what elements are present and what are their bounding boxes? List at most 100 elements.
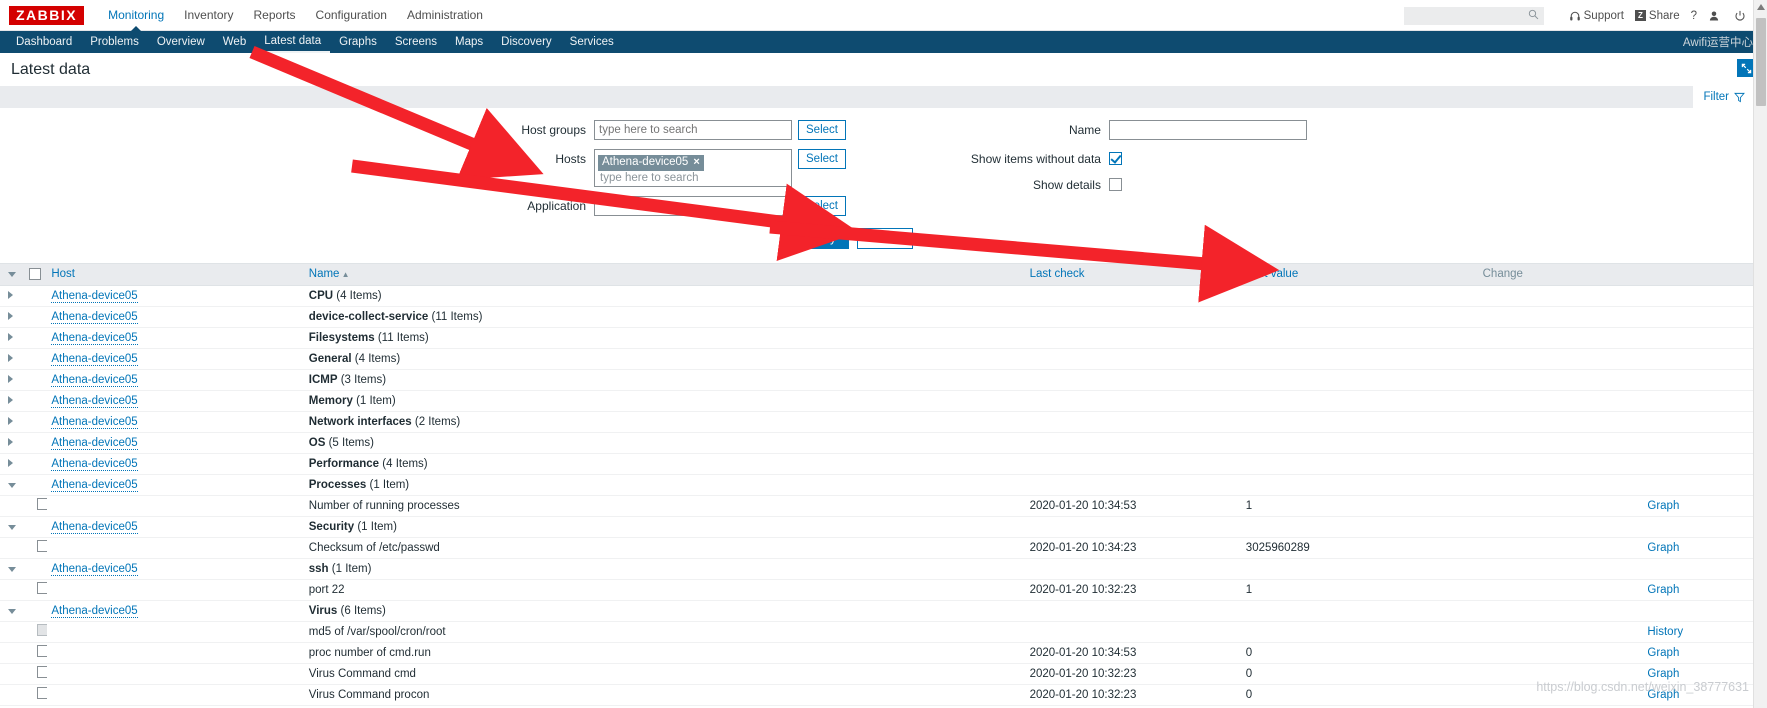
graph-link[interactable]: Graph — [1647, 647, 1679, 659]
scrollbar-thumb[interactable] — [1756, 18, 1766, 106]
user-profile-link[interactable] — [1708, 10, 1723, 22]
row-expand-toggle[interactable] — [0, 369, 25, 391]
chevron-down-icon[interactable] — [8, 608, 16, 614]
host-link[interactable]: Athena-device05 — [51, 289, 138, 303]
row-checkbox-cell[interactable] — [24, 642, 48, 664]
chevron-right-icon[interactable] — [8, 353, 13, 362]
item-checkbox[interactable] — [36, 498, 48, 510]
header-name[interactable]: Name ▲ — [304, 264, 1026, 286]
show-details-checkbox[interactable] — [1108, 178, 1122, 191]
header-name-link[interactable]: Name — [309, 268, 340, 280]
chevron-down-icon[interactable] — [8, 524, 16, 530]
host-link[interactable]: Athena-device05 — [51, 415, 138, 429]
item-checkbox[interactable] — [36, 666, 48, 678]
chevron-right-icon[interactable] — [8, 416, 13, 425]
row-expand-toggle[interactable] — [0, 453, 25, 475]
chevron-right-icon[interactable] — [8, 332, 13, 341]
item-checkbox[interactable] — [36, 645, 48, 657]
host-link[interactable]: Athena-device05 — [51, 373, 138, 387]
header-last-value-link[interactable]: Last value — [1246, 268, 1298, 280]
sub-menu-item-dashboard[interactable]: Dashboard — [7, 31, 81, 53]
host-link[interactable]: Athena-device05 — [51, 520, 138, 534]
graph-link[interactable]: Graph — [1647, 584, 1679, 596]
application-select-button[interactable]: Select — [798, 196, 846, 216]
row-expand-toggle[interactable] — [0, 390, 25, 412]
sub-menu-item-latest-data[interactable]: Latest data — [255, 31, 331, 53]
hosts-chip-remove-icon[interactable]: × — [693, 156, 699, 169]
chevron-down-icon[interactable] — [8, 482, 16, 488]
chevron-right-icon[interactable] — [8, 395, 13, 404]
row-expand-toggle[interactable] — [0, 327, 25, 349]
hosts-input-placeholder[interactable]: type here to search — [598, 171, 788, 184]
row-checkbox-cell[interactable] — [24, 663, 48, 685]
host-link[interactable]: Athena-device05 — [51, 457, 138, 471]
main-menu-item-inventory[interactable]: Inventory — [174, 0, 243, 31]
support-link[interactable]: Support — [1569, 10, 1624, 22]
host-link[interactable]: Athena-device05 — [51, 562, 138, 576]
main-menu-item-administration[interactable]: Administration — [397, 0, 493, 31]
sub-menu-item-graphs[interactable]: Graphs — [330, 31, 386, 53]
main-menu-item-monitoring[interactable]: Monitoring — [98, 0, 174, 32]
hosts-multiselect[interactable]: Athena-device05 × type here to search — [594, 149, 793, 187]
row-checkbox-cell[interactable] — [24, 579, 48, 601]
select-all-checkbox[interactable] — [28, 267, 41, 280]
name-input[interactable] — [1108, 120, 1307, 140]
filter-tab[interactable]: Filter — [1693, 86, 1755, 108]
hosts-chip[interactable]: Athena-device05 × — [598, 155, 704, 171]
zabbix-logo[interactable]: ZABBIX — [9, 5, 85, 25]
sub-menu-item-maps[interactable]: Maps — [446, 31, 492, 53]
collapse-all-icon[interactable] — [8, 272, 16, 278]
header-expand-all[interactable] — [0, 264, 25, 286]
row-expand-toggle[interactable] — [0, 600, 25, 622]
sub-menu-item-web[interactable]: Web — [214, 31, 255, 53]
item-checkbox[interactable] — [36, 540, 48, 552]
host-link[interactable]: Athena-device05 — [51, 394, 138, 408]
row-expand-toggle[interactable] — [0, 306, 25, 328]
chevron-right-icon[interactable] — [8, 311, 13, 320]
header-last-check-link[interactable]: Last check — [1030, 268, 1085, 280]
host-link[interactable]: Athena-device05 — [51, 604, 138, 618]
row-expand-toggle[interactable] — [0, 432, 25, 454]
show-items-without-data-checkbox[interactable] — [1108, 152, 1122, 165]
chevron-right-icon[interactable] — [8, 437, 13, 446]
reset-button[interactable]: Reset — [856, 228, 913, 249]
main-menu-item-reports[interactable]: Reports — [244, 0, 306, 31]
header-select-all[interactable] — [24, 264, 48, 286]
history-link[interactable]: History — [1647, 626, 1683, 638]
host-groups-input[interactable] — [594, 120, 793, 140]
host-link[interactable]: Athena-device05 — [51, 478, 138, 492]
application-input[interactable] — [594, 196, 793, 216]
host-link[interactable]: Athena-device05 — [51, 310, 138, 324]
chevron-right-icon[interactable] — [8, 374, 13, 383]
sub-menu-item-services[interactable]: Services — [561, 31, 623, 53]
item-checkbox[interactable] — [36, 582, 48, 594]
help-link[interactable]: ? — [1691, 10, 1697, 22]
item-checkbox[interactable] — [36, 687, 48, 699]
main-menu-item-configuration[interactable]: Configuration — [306, 0, 397, 31]
search-input[interactable] — [1403, 7, 1544, 25]
host-link[interactable]: Athena-device05 — [51, 331, 138, 345]
host-link[interactable]: Athena-device05 — [51, 352, 138, 366]
row-checkbox-cell[interactable] — [24, 684, 48, 706]
row-checkbox-cell[interactable] — [24, 495, 48, 517]
header-host[interactable]: Host — [47, 264, 305, 286]
header-host-link[interactable]: Host — [51, 268, 75, 280]
graph-link[interactable]: Graph — [1647, 668, 1679, 680]
row-expand-toggle[interactable] — [0, 474, 25, 496]
page-scrollbar[interactable] — [1753, 0, 1767, 708]
sub-menu-item-screens[interactable]: Screens — [386, 31, 446, 53]
sign-out-link[interactable] — [1734, 10, 1749, 22]
row-checkbox-cell[interactable] — [24, 621, 48, 643]
graph-link[interactable]: Graph — [1647, 500, 1679, 512]
chevron-right-icon[interactable] — [8, 458, 13, 467]
row-expand-toggle[interactable] — [0, 411, 25, 433]
sub-menu-item-problems[interactable]: Problems — [81, 31, 148, 53]
row-expand-toggle[interactable] — [0, 558, 25, 580]
sub-menu-item-discovery[interactable]: Discovery — [492, 31, 560, 53]
sub-menu-item-overview[interactable]: Overview — [148, 31, 214, 53]
header-last-value[interactable]: Last value — [1241, 264, 1479, 286]
chevron-right-icon[interactable] — [8, 290, 13, 299]
chevron-down-icon[interactable] — [8, 566, 16, 572]
host-groups-select-button[interactable]: Select — [798, 120, 846, 140]
row-checkbox-cell[interactable] — [24, 537, 48, 559]
